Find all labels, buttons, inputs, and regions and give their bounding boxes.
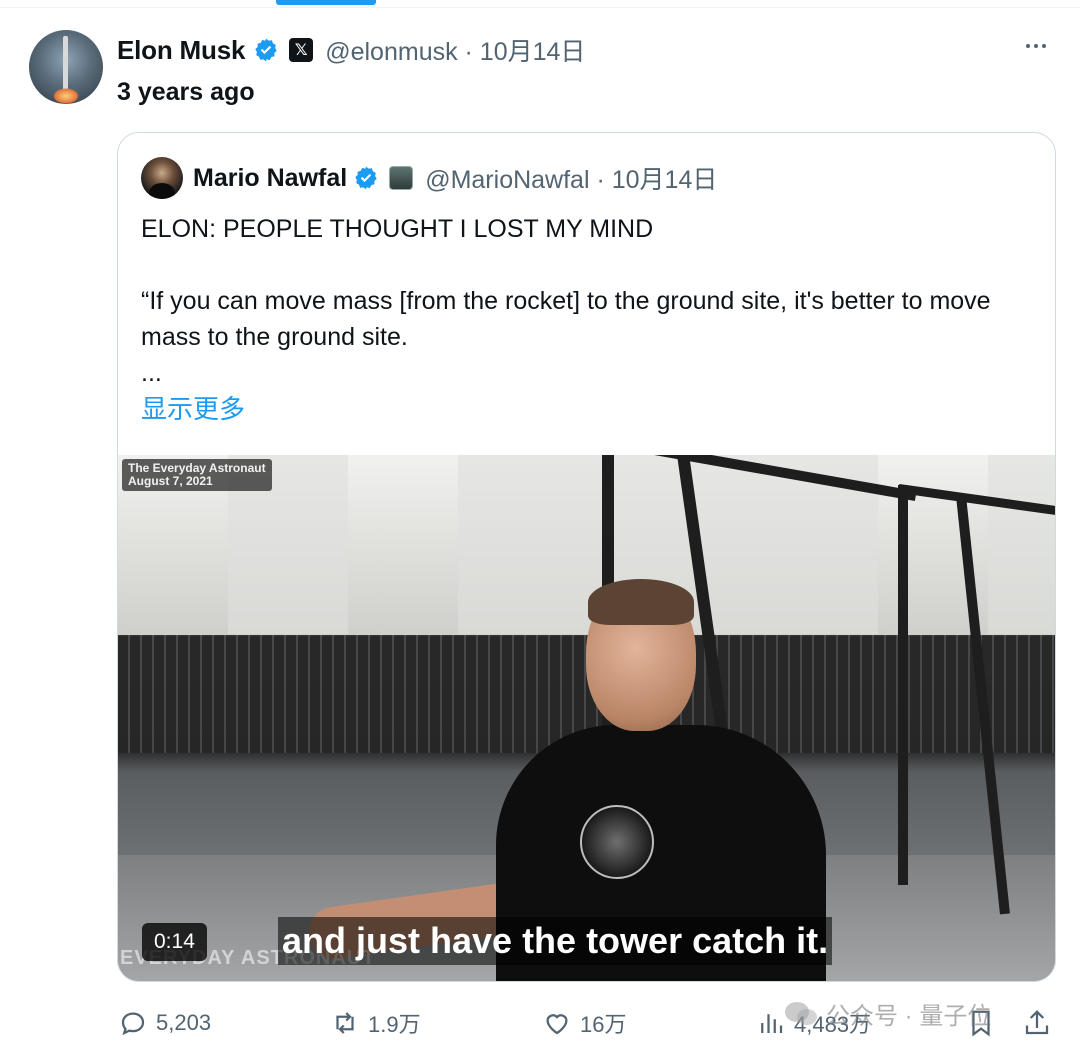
tweet-header: Elon Musk 𝕏 @elonmusk · 10月14日 xyxy=(117,32,585,68)
video-subtitle: and just have the tower catch it. xyxy=(278,917,833,965)
share-button[interactable] xyxy=(1022,1005,1060,1041)
watermark-date: August 7, 2021 xyxy=(128,474,213,488)
repost-button[interactable]: 1.9万 xyxy=(330,1005,421,1041)
more-options-icon[interactable] xyxy=(1026,44,1046,48)
repost-count: 1.9万 xyxy=(368,1012,421,1037)
video-player[interactable]: The Everyday Astronaut August 7, 2021 EV… xyxy=(118,455,1055,981)
quoted-text-line: “If you can move mass [from the rocket] … xyxy=(141,287,991,351)
rocket-image xyxy=(63,36,68,94)
video-watermark: The Everyday Astronaut August 7, 2021 xyxy=(122,459,272,491)
wechat-watermark: 公众号 · 量子位 xyxy=(784,996,991,1031)
repost-icon xyxy=(336,1012,354,1034)
affiliate-badge-icon xyxy=(389,166,414,190)
like-button[interactable]: 16万 xyxy=(542,1005,626,1041)
wechat-label: 公众号 · 量子位 xyxy=(826,1003,992,1030)
reply-button[interactable]: 5,203 xyxy=(118,1005,211,1041)
quoted-tweet-card[interactable]: Mario Nawfal @MarioNawfal · 10月14日 ELON:… xyxy=(117,132,1056,982)
video-duration: 0:14 xyxy=(142,923,207,961)
relative-time: 3 years ago xyxy=(117,78,255,106)
quoted-author-avatar[interactable] xyxy=(141,157,183,199)
like-count: 16万 xyxy=(580,1012,627,1037)
share-icon xyxy=(1025,1010,1049,1035)
top-divider xyxy=(0,0,1080,8)
gantry-beam xyxy=(619,455,917,501)
verified-badge-icon xyxy=(255,38,277,62)
rocket-flame xyxy=(53,88,79,104)
quoted-author-name[interactable]: Mario Nawfal xyxy=(193,164,347,193)
person-hair xyxy=(588,579,694,625)
wechat-icon xyxy=(785,1001,817,1025)
quoted-author-handle-and-date[interactable]: @MarioNawfal · 10月14日 xyxy=(425,160,717,196)
active-tab-indicator xyxy=(276,0,376,5)
quoted-text-ellipsis: ... xyxy=(141,359,162,387)
reply-count: 5,203 xyxy=(156,1010,212,1035)
reply-icon xyxy=(121,1012,145,1036)
ceiling-panel xyxy=(348,455,458,635)
bar-chart-icon xyxy=(761,1014,783,1033)
quoted-tweet-header: Mario Nawfal @MarioNawfal · 10月14日 xyxy=(141,157,717,199)
gantry-beam xyxy=(898,485,908,885)
author-handle-and-date[interactable]: @elonmusk · 10月14日 xyxy=(325,32,585,68)
show-more-link[interactable]: 显示更多 xyxy=(141,391,1041,427)
author-avatar[interactable] xyxy=(29,30,103,104)
quoted-text-line: ELON: PEOPLE THOUGHT I LOST MY MIND xyxy=(141,215,654,243)
author-name[interactable]: Elon Musk xyxy=(117,35,245,66)
x-affiliate-badge-icon: 𝕏 xyxy=(289,38,314,62)
heart-icon xyxy=(546,1014,568,1035)
verified-badge-icon xyxy=(355,166,377,190)
shirt-graphic xyxy=(580,805,654,879)
quoted-tweet-text: ELON: PEOPLE THOUGHT I LOST MY MIND “If … xyxy=(141,211,1041,427)
